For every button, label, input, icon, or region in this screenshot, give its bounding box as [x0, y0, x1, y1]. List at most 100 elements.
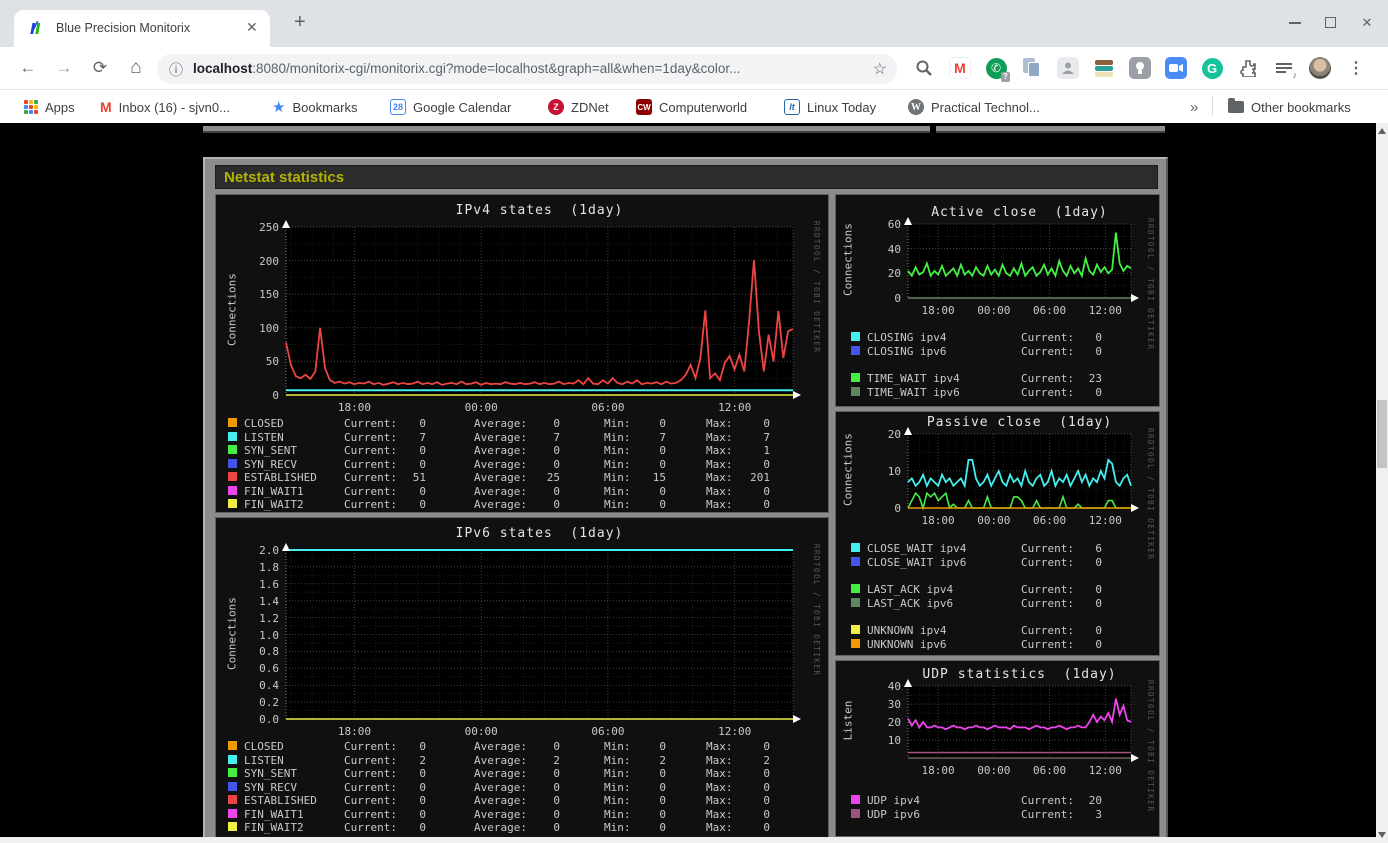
legend-stat-value: 0: [553, 780, 560, 794]
legend-swatch: [851, 809, 860, 818]
x-tick-label: 00:00: [464, 725, 498, 738]
site-info-icon[interactable]: ⓘ: [169, 60, 183, 80]
y-tick-label: 0.8: [259, 645, 279, 659]
legend-swatch: [228, 458, 237, 468]
bookmark-zdnet[interactable]: Z ZDNet: [548, 97, 609, 117]
maximize-button[interactable]: [1325, 17, 1336, 28]
bookmark-bookmarks[interactable]: ★ Bookmarks: [272, 97, 357, 117]
bookmark-computerworld[interactable]: CW Computerworld: [636, 97, 747, 117]
legend-stat-value: 0: [553, 417, 560, 430]
legend-stat-value: 0: [659, 780, 666, 794]
bookmark-inbox[interactable]: M Inbox (16) - sjvn0...: [100, 97, 230, 117]
close-window-button[interactable]: ✕: [1360, 16, 1374, 30]
chart-title: Active close (1day): [931, 205, 1108, 220]
legend-stat-value: 0: [553, 821, 560, 834]
url-host: localhost: [193, 61, 253, 76]
legend-name: FIN_WAIT2: [244, 498, 304, 511]
search-extension-icon[interactable]: [912, 56, 936, 80]
legend-stat-value: 0: [659, 807, 666, 821]
legend-name: SYN_RECV: [244, 780, 297, 794]
legend-name: UDP ipv4: [867, 794, 920, 807]
legend-stat-value: 0: [763, 780, 770, 794]
bookmarks-overflow-chevron[interactable]: »: [1190, 97, 1198, 117]
y-tick-label: 1.4: [259, 594, 279, 608]
section-title: Netstat statistics: [224, 169, 345, 186]
vertical-scrollbar[interactable]: [1376, 123, 1388, 843]
grammarly-extension-icon[interactable]: G: [1200, 56, 1224, 80]
rrdtool-watermark: RRDTOOL / TOBI OETIKER: [1146, 680, 1155, 813]
legend-swatch: [228, 485, 237, 495]
copy-pages-extension-icon[interactable]: [1020, 56, 1044, 80]
legend-name: CLOSED: [244, 740, 284, 753]
monitorix-favicon: Ⅰ Ⅰ ∕: [30, 18, 41, 38]
legend-name: UNKNOWN ipv6: [867, 638, 947, 651]
video-camera-extension-icon[interactable]: [1164, 56, 1188, 80]
y-tick-label: 250: [259, 221, 279, 234]
legend-stat-value: 25: [546, 471, 560, 484]
browser-menu-kebab-icon[interactable]: ⋮: [1344, 56, 1368, 80]
browser-tab[interactable]: Ⅰ Ⅰ ∕ Blue Precision Monitorix ✕: [14, 10, 270, 47]
lightbulb-extension-icon[interactable]: [1128, 56, 1152, 80]
back-icon[interactable]: ←: [15, 55, 41, 81]
chart-canvas: [282, 220, 801, 399]
scrollbar-thumb[interactable]: [1377, 400, 1387, 468]
legend-stat-value: 0: [659, 498, 666, 511]
chart-title: Passive close (1day): [926, 415, 1113, 430]
y-tick-label: 60: [887, 218, 901, 231]
y-tick-label: 20: [887, 716, 901, 729]
legend-swatch: [851, 346, 860, 355]
legend-name: LISTEN: [244, 753, 284, 767]
horizontal-scrollbar[interactable]: [0, 837, 1376, 843]
legend-stat-value: 2: [553, 753, 560, 767]
x-tick-label: 00:00: [977, 304, 1011, 317]
bookmark-label: Inbox (16) - sjvn0...: [118, 99, 230, 115]
zdnet-icon: Z: [548, 99, 564, 115]
legend-swatch: [851, 598, 860, 607]
netstat-section: Netstat statistics IPv4 states (1day) Con…: [203, 157, 1168, 843]
legend-swatch: [228, 445, 237, 454]
legend-stat-value: 0: [553, 740, 560, 753]
y-tick-label: 20: [887, 267, 901, 281]
reading-list-icon[interactable]: ♪: [1272, 56, 1297, 80]
y-tick-label: 10: [887, 465, 901, 478]
bookmark-linux-today[interactable]: lt Linux Today: [784, 97, 876, 117]
tab-close-icon[interactable]: ✕: [246, 19, 258, 36]
chart-canvas: [904, 679, 1139, 762]
legend-name: SYN_SENT: [244, 767, 297, 780]
other-bookmarks[interactable]: Other bookmarks: [1228, 97, 1351, 117]
chart-title: IPv6 states (1day): [455, 526, 624, 541]
legend-stat-value: 0: [419, 807, 426, 821]
legend-stat-value: 3: [1095, 808, 1102, 821]
scroll-up-arrow[interactable]: [1378, 128, 1386, 134]
legend-swatch: [851, 584, 860, 593]
legend-name: CLOSING ipv4: [867, 331, 947, 344]
scroll-down-arrow[interactable]: [1378, 832, 1386, 838]
person-extension-icon[interactable]: [1056, 56, 1080, 80]
gmail-extension-icon[interactable]: M: [948, 56, 972, 80]
legend-swatch: [851, 332, 860, 341]
new-tab-button[interactable]: +: [294, 11, 306, 34]
legend-stat-value: 0: [1095, 386, 1102, 399]
legend-stat-value: 51: [412, 471, 426, 484]
home-icon[interactable]: ⌂: [123, 55, 149, 81]
bookmark-label: ZDNet: [571, 99, 609, 115]
legend-swatch: [228, 795, 237, 804]
legend-stat-value: 0: [553, 794, 560, 807]
rrdtool-watermark: RRDTOOL / TOBI OETIKER: [812, 544, 821, 677]
stack-extension-icon[interactable]: [1092, 56, 1116, 80]
bookmark-star-icon[interactable]: ☆: [873, 59, 887, 79]
minimize-button[interactable]: [1289, 16, 1301, 24]
forward-icon[interactable]: →: [51, 55, 77, 81]
bookmarks-divider: [1212, 96, 1213, 116]
bookmark-practical-technology[interactable]: W Practical Technol...: [908, 97, 1040, 117]
legend-stat-value: 1: [763, 444, 770, 457]
browser-toolbar: ← → ⟳ ⌂ ⓘ localhost:8080/monitorix-cgi/m…: [0, 47, 1388, 90]
voice-extension-icon[interactable]: ✆?: [984, 56, 1010, 82]
reload-icon[interactable]: ⟳: [87, 55, 113, 81]
bookmark-google-calendar[interactable]: 28 Google Calendar: [390, 97, 511, 117]
profile-avatar[interactable]: [1308, 56, 1332, 80]
address-bar[interactable]: ⓘ localhost:8080/monitorix-cgi/monitorix…: [157, 54, 897, 84]
extensions-puzzle-icon[interactable]: [1236, 56, 1260, 80]
bookmark-apps[interactable]: Apps: [24, 97, 75, 117]
legend-swatch: [851, 625, 860, 634]
